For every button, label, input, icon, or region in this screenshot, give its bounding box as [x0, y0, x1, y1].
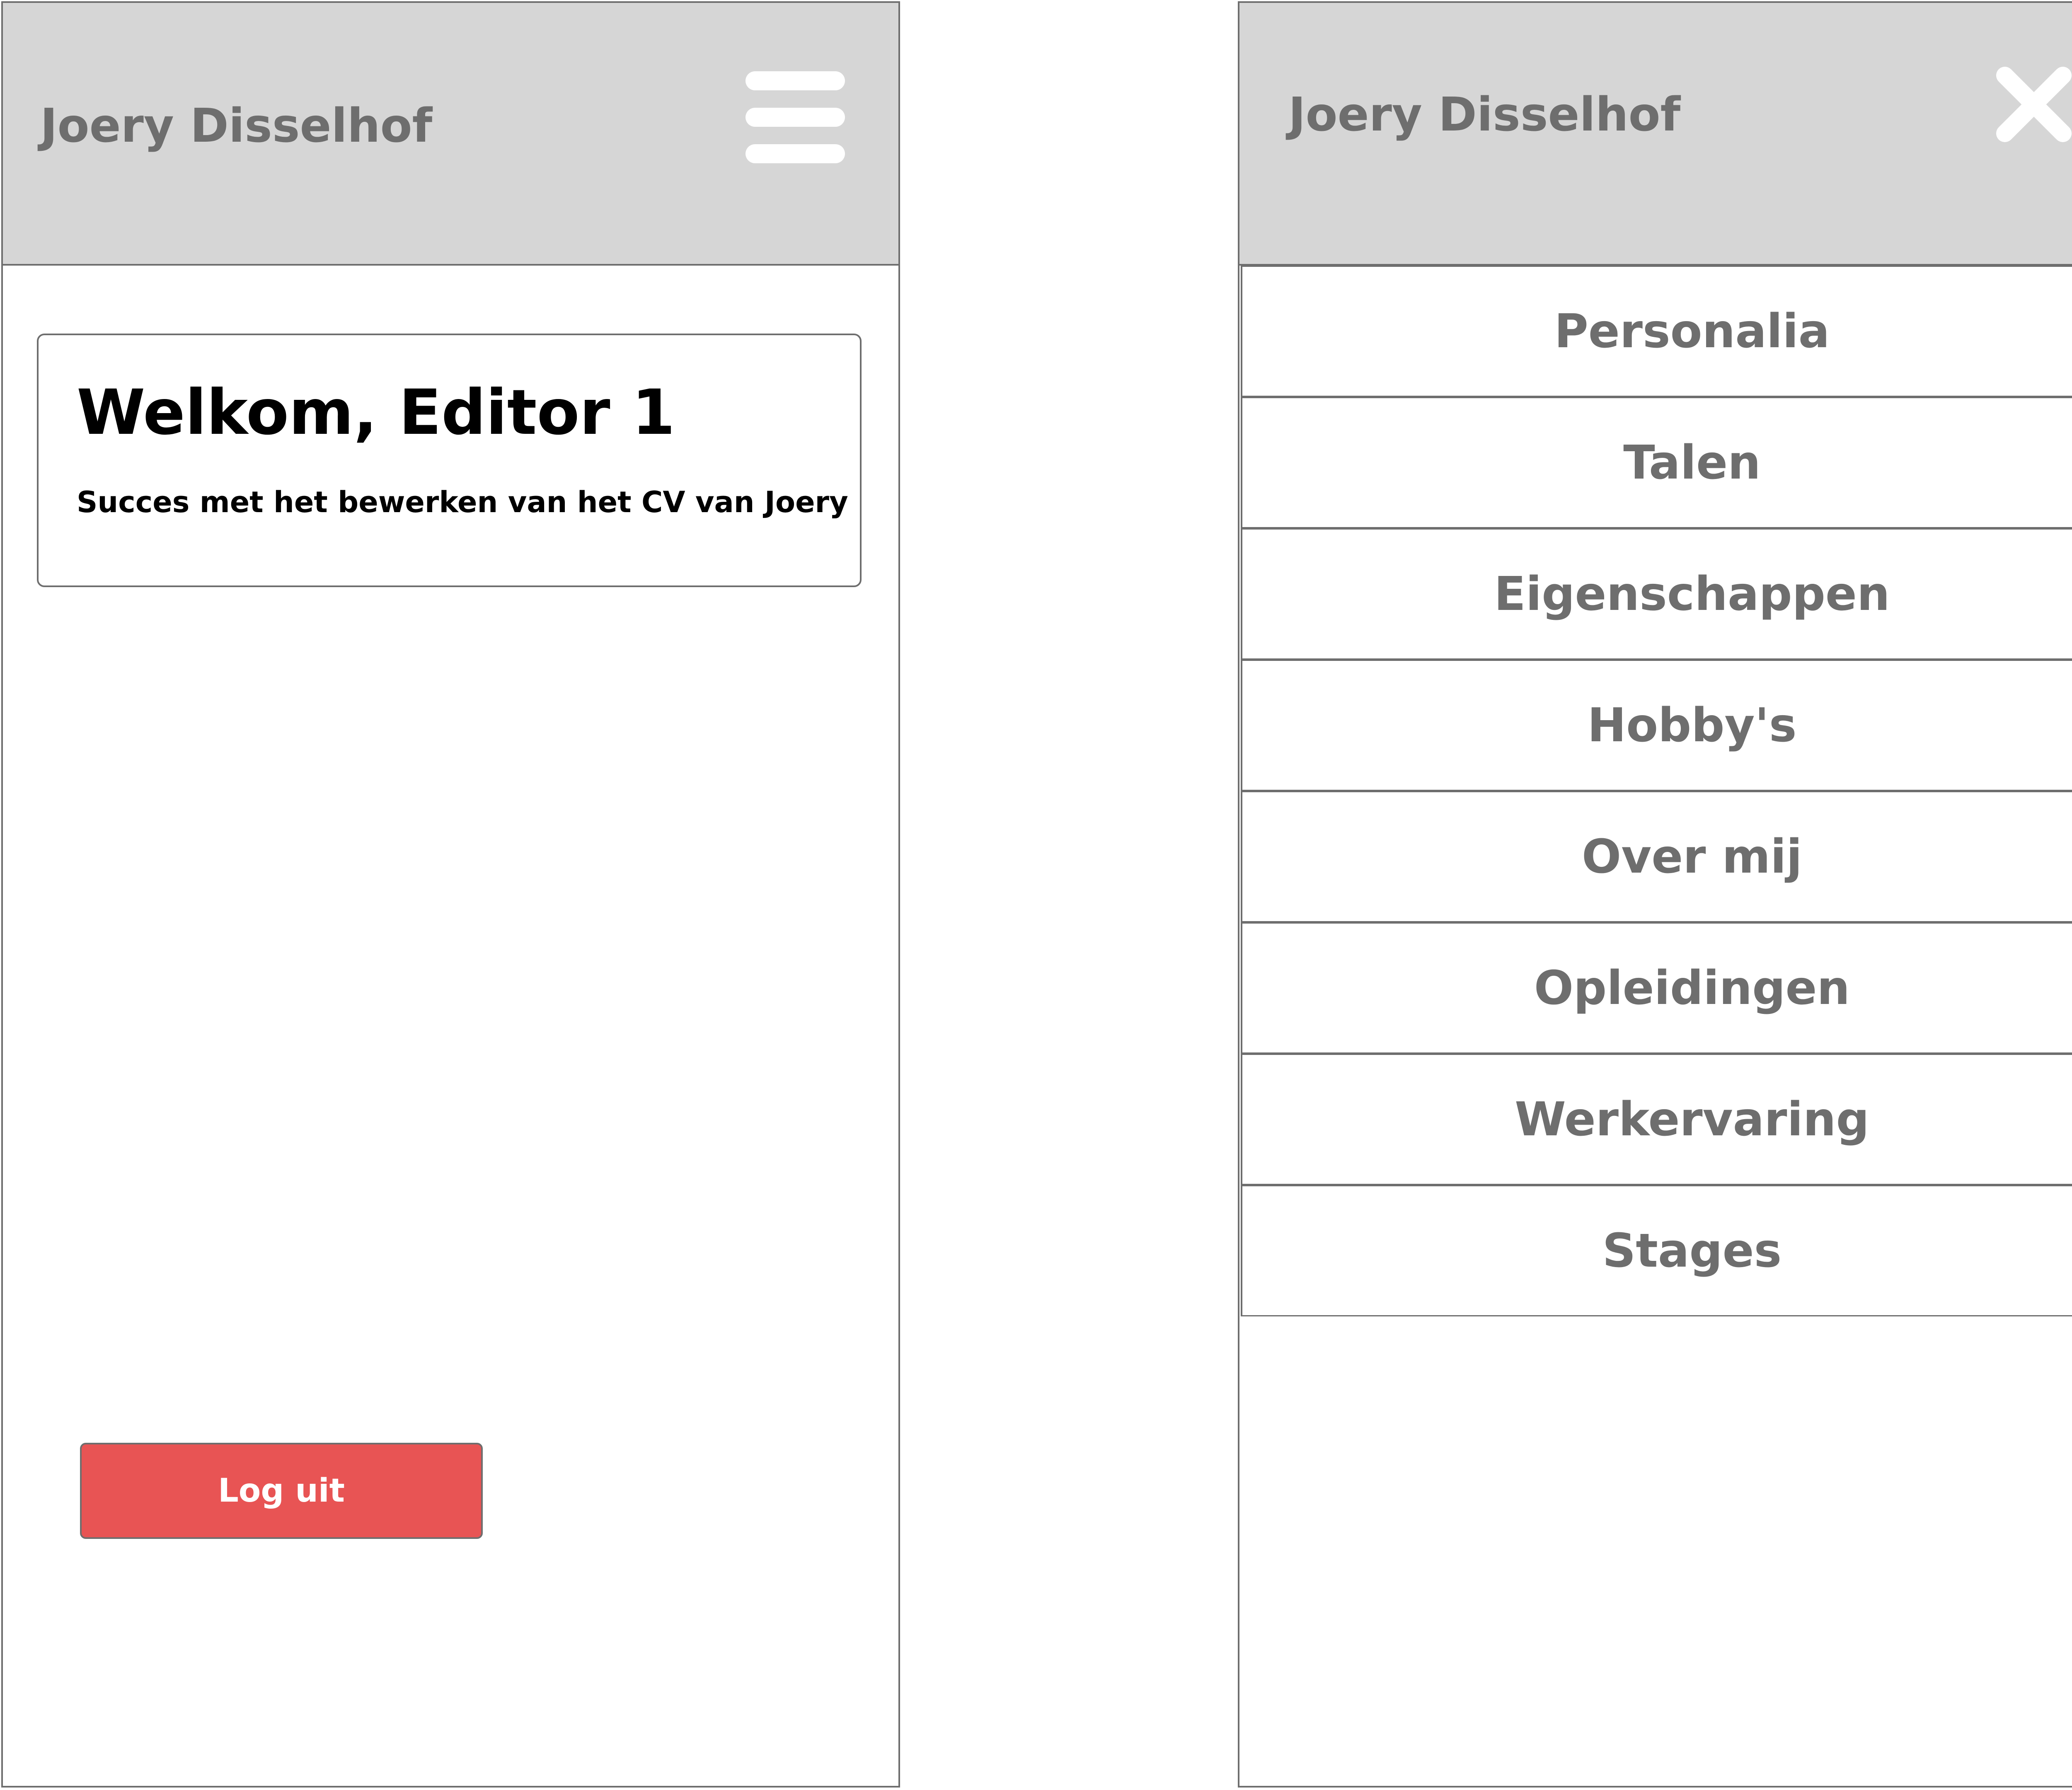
hamburger-bar — [746, 71, 845, 90]
menu-item-hobbys[interactable]: Hobby's — [1241, 660, 2072, 791]
menu-item-stages[interactable]: Stages — [1241, 1185, 2072, 1316]
menu-screen: Joery Disselhof Personalia Talen Eigensc… — [1238, 1, 2072, 1788]
welcome-card: Welkom, Editor 1 Succes met het bewerken… — [37, 334, 862, 587]
logout-button-label: Log uit — [218, 1472, 345, 1509]
menu-item-personalia[interactable]: Personalia — [1241, 266, 2072, 397]
hamburger-bar — [746, 144, 845, 163]
app-title: Joery Disselhof — [40, 99, 433, 153]
navigation-menu: Personalia Talen Eigenschappen Hobby's O… — [1239, 266, 2072, 1316]
welcome-subtitle: Succes met het bewerken van het CV van J… — [77, 485, 848, 519]
hamburger-bar — [746, 108, 845, 127]
welcome-title: Welkom, Editor 1 — [77, 377, 675, 449]
close-icon[interactable] — [1995, 65, 2072, 144]
welcome-screen: Joery Disselhof Welkom, Editor 1 Succes … — [1, 1, 900, 1788]
menu-item-talen[interactable]: Talen — [1241, 397, 2072, 528]
menu-item-opleidingen[interactable]: Opleidingen — [1241, 922, 2072, 1054]
close-icon-glyph — [1996, 67, 2072, 142]
menu-item-over-mij[interactable]: Over mij — [1241, 791, 2072, 922]
app-header: Joery Disselhof — [1239, 3, 2072, 266]
logout-button[interactable]: Log uit — [80, 1443, 483, 1539]
menu-item-eigenschappen[interactable]: Eigenschappen — [1241, 528, 2072, 660]
menu-item-werkervaring[interactable]: Werkervaring — [1241, 1054, 2072, 1185]
hamburger-menu-icon[interactable] — [746, 71, 845, 163]
app-header: Joery Disselhof — [3, 3, 898, 266]
app-title: Joery Disselhof — [1288, 88, 1681, 142]
